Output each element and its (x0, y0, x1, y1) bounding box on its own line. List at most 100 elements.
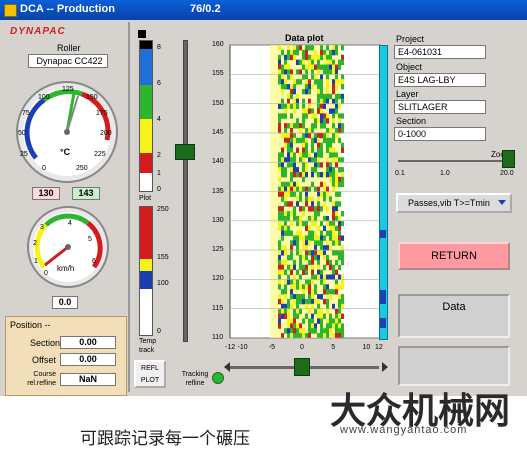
cyan-track-dark-3 (380, 318, 386, 328)
temp-track-tick-250: 250 (157, 206, 169, 213)
plot-cell (320, 294, 323, 300)
offset-value: 0.00 (60, 353, 116, 366)
plot-cell (296, 220, 299, 227)
plot-cell (320, 132, 323, 139)
plot-cell (317, 84, 320, 90)
plot-cell (299, 191, 302, 197)
plot-cell (293, 84, 296, 90)
refl-plot-button[interactable]: REFL PLOT (134, 360, 166, 388)
plot-cell (281, 215, 284, 222)
zoom-slider-track[interactable] (398, 160, 512, 162)
plot-cell (332, 176, 335, 183)
temp-tick-200: 200 (100, 130, 112, 137)
plot-cell (278, 74, 281, 80)
plot-cell (329, 196, 332, 202)
slider-left-arrow[interactable] (224, 362, 230, 372)
plot-cell (296, 240, 299, 246)
plot-cell (332, 250, 335, 256)
plot-cell (332, 225, 335, 232)
plot-cell (305, 264, 308, 271)
plot-cell (302, 269, 305, 276)
slider-right-arrow[interactable] (382, 362, 388, 372)
plot-cell (341, 59, 344, 66)
plot-tick-1: 1 (157, 170, 161, 177)
plot-cell (329, 323, 332, 329)
plot-cell (332, 69, 335, 75)
plot-cell (290, 157, 293, 163)
plot-cell (284, 230, 287, 236)
plot-cell (341, 284, 344, 290)
plot-cell (308, 259, 311, 266)
plot-cell (293, 167, 296, 173)
plot-cell (338, 167, 341, 173)
plot-cell (287, 147, 290, 153)
plot-cell (290, 318, 293, 324)
plot-cell (317, 250, 320, 256)
plot-cell (314, 240, 317, 246)
plot-cell (302, 118, 305, 124)
plot-cell (287, 225, 290, 232)
passes-dropdown[interactable]: Passes,vib T>=Tmin (396, 193, 512, 213)
plot-cell (302, 108, 305, 114)
plot-cell (332, 206, 335, 212)
plot-cell (305, 108, 308, 114)
tracking-led[interactable] (212, 372, 224, 384)
plot-cell (326, 45, 329, 51)
plot-cell (287, 49, 290, 56)
vertical-slider-thumb[interactable] (175, 144, 195, 160)
course-value: NaN (60, 373, 116, 386)
plot-cell (287, 123, 290, 129)
plot-cell (281, 84, 284, 90)
plot-cell (320, 49, 323, 56)
plot-cell (338, 328, 341, 334)
plot-cell (338, 181, 341, 188)
plot-cell (296, 230, 299, 236)
plot-cell (305, 250, 308, 256)
plot-cell (323, 313, 326, 319)
vertical-slider-track[interactable] (183, 40, 188, 342)
plot-cell (341, 93, 344, 100)
plot-cell (299, 250, 302, 256)
plot-cell (314, 157, 317, 163)
plot-cell (284, 196, 287, 202)
plot-cell (290, 84, 293, 90)
plot-cell (323, 298, 326, 305)
plot-cell (323, 113, 326, 119)
plot-cell (320, 74, 323, 80)
data-button[interactable]: Data (398, 294, 510, 338)
plot-cell (287, 308, 290, 315)
plot-cell (290, 132, 293, 139)
plot-cell (281, 74, 284, 80)
plot-cell (293, 79, 296, 85)
plot-cell (338, 93, 341, 100)
plot-cell (317, 152, 320, 158)
plot-cell (323, 64, 326, 70)
plot-cell (290, 220, 293, 227)
temp-track-tick-100: 100 (157, 280, 169, 287)
plot-cell (290, 328, 293, 334)
plot-cell (329, 225, 332, 232)
plot-cell (320, 250, 323, 256)
plot-cell (281, 64, 284, 70)
plot-cell (296, 45, 299, 51)
plot-cell (293, 98, 296, 105)
plot-cell (308, 215, 311, 222)
plot-cell (287, 313, 290, 319)
plot-cell (287, 230, 290, 236)
horizontal-slider-thumb[interactable] (294, 358, 310, 376)
plot-cell (323, 69, 326, 75)
plot-cell (311, 303, 314, 310)
plot-cell (320, 142, 323, 149)
plot-cell (326, 74, 329, 80)
plot-cell (335, 181, 338, 188)
plot-cell (311, 69, 314, 75)
plot-cell (299, 264, 302, 271)
plot-cell (311, 142, 314, 149)
return-button[interactable]: RETURN (398, 242, 510, 270)
zoom-slider-thumb[interactable] (502, 150, 515, 168)
plot-cell (299, 220, 302, 227)
plot-cell (317, 308, 320, 315)
plot-cell (323, 186, 326, 192)
temp-tick-150: 150 (86, 94, 98, 101)
plot-cell (287, 303, 290, 310)
